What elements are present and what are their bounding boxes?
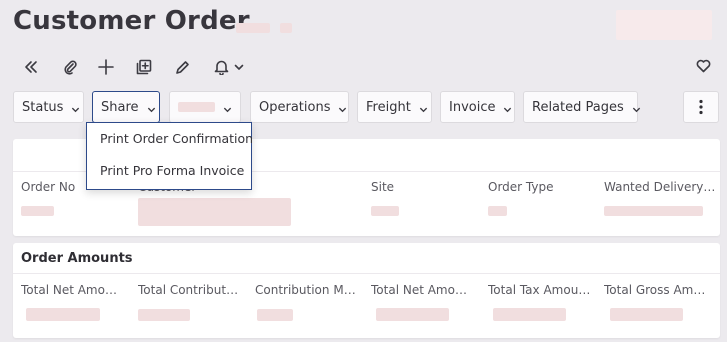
invoice-button-label: Invoice <box>449 99 496 115</box>
customer-value-placeholder <box>138 198 291 226</box>
total-net-amount-label: Total Net Amoun... <box>21 283 124 297</box>
freight-button[interactable]: Freight <box>357 91 432 123</box>
button-label-placeholder <box>178 102 215 112</box>
order-amounts-title: Order Amounts <box>21 251 133 266</box>
related-pages-button-label: Related Pages <box>532 99 624 115</box>
site-label: Site <box>371 180 395 194</box>
status-button-label: Status <box>22 99 64 115</box>
more-options-button[interactable] <box>683 91 719 123</box>
title-placeholder <box>236 23 270 33</box>
plus-icon[interactable] <box>95 56 117 78</box>
order-type-label: Order Type <box>488 180 554 194</box>
heart-icon[interactable] <box>692 55 714 77</box>
total-gross-amount-value-placeholder <box>610 308 683 321</box>
total-contribution-label: Total Contributio... <box>138 283 241 297</box>
card-divider <box>13 273 720 274</box>
contribution-margin-value-placeholder <box>257 309 293 321</box>
bell-icon[interactable] <box>210 56 232 78</box>
paperclip-icon[interactable] <box>59 56 81 78</box>
total-tax-amount-value-placeholder <box>493 308 566 321</box>
related-pages-button[interactable]: Related Pages <box>523 91 641 123</box>
share-button-label: Share <box>101 99 139 115</box>
contribution-margin-label: Contribution Mar... <box>255 283 358 297</box>
order-type-value-placeholder <box>488 206 507 216</box>
chevron-down-icon <box>338 103 347 112</box>
chevron-down-icon <box>147 103 156 112</box>
double-chevron-left-icon[interactable] <box>20 56 42 78</box>
unlabeled-menu-button[interactable] <box>169 91 241 123</box>
total-net-amount-base-label: Total Net Amoun... <box>371 283 474 297</box>
print-pro-forma-invoice-item[interactable]: Print Pro Forma Invoice <box>100 163 244 178</box>
chevron-down-icon <box>223 103 232 112</box>
total-gross-amount-label: Total Gross Amo... <box>604 283 707 297</box>
share-dropdown-menu: Print Order Confirmation Print Pro Forma… <box>86 122 253 190</box>
wanted-delivery-value-placeholder <box>604 206 703 216</box>
chevron-down-icon <box>71 103 80 112</box>
total-net-amount-base-value-placeholder <box>376 308 449 321</box>
status-button[interactable]: Status <box>13 91 84 123</box>
invoice-button[interactable]: Invoice <box>440 91 515 123</box>
site-value-placeholder <box>371 206 399 216</box>
total-contribution-value-placeholder <box>138 309 190 321</box>
order-no-value-placeholder <box>21 206 54 216</box>
wanted-delivery-label: Wanted Delivery ... <box>604 180 716 194</box>
header-status-placeholder <box>616 10 712 40</box>
operations-button-label: Operations <box>259 99 331 115</box>
pencil-icon[interactable] <box>171 56 193 78</box>
operations-button[interactable]: Operations <box>250 91 349 123</box>
chevron-down-icon <box>503 103 512 112</box>
page-title: Customer Order <box>13 6 250 36</box>
order-amounts-card: Order Amounts Total Net Amoun... Total C… <box>13 243 720 338</box>
kebab-icon <box>699 99 703 115</box>
duplicate-icon[interactable] <box>133 56 155 78</box>
chevron-down-icon[interactable] <box>232 56 246 78</box>
total-net-amount-value-placeholder <box>26 308 100 321</box>
print-order-confirmation-item[interactable]: Print Order Confirmation <box>100 131 253 146</box>
freight-button-label: Freight <box>366 99 411 115</box>
chevron-down-icon <box>419 103 428 112</box>
share-button[interactable]: Share <box>92 91 160 123</box>
chevron-down-icon <box>632 103 641 112</box>
title-placeholder <box>280 23 292 33</box>
total-tax-amount-label: Total Tax Amoun... <box>488 283 591 297</box>
